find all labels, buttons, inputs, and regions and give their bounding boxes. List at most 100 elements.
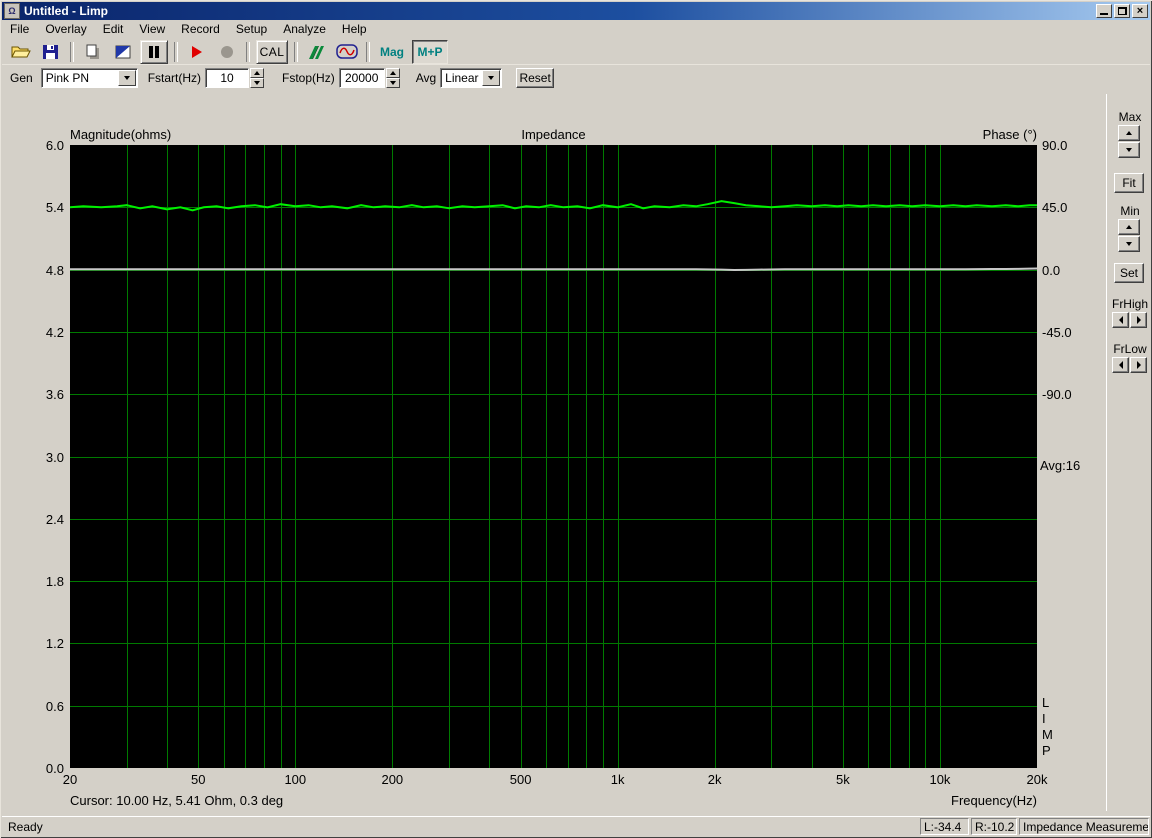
plot-canvas[interactable] xyxy=(70,145,1037,768)
set-button-label: Set xyxy=(1120,266,1138,280)
phase-axis-tick-label: -90.0 xyxy=(1042,387,1072,402)
title-bar[interactable]: Ω Untitled - Limp × xyxy=(2,2,1150,20)
app-icon[interactable]: Ω xyxy=(4,3,20,19)
frlow-left-button[interactable] xyxy=(1112,357,1129,373)
arrow-right-icon xyxy=(1137,316,1141,324)
avg-select-arrow[interactable] xyxy=(482,70,500,86)
copy-button[interactable] xyxy=(80,41,106,63)
phase-axis-tick-label: 45.0 xyxy=(1042,200,1067,215)
x-axis-tick-label: 2k xyxy=(685,772,745,787)
toolbar-separator xyxy=(246,42,250,62)
avg-select[interactable]: Linear xyxy=(440,68,502,88)
fit-button[interactable]: Fit xyxy=(1114,173,1144,193)
toolbar-separator xyxy=(70,42,74,62)
avg-readout: Avg:16 xyxy=(1040,458,1080,473)
close-icon: × xyxy=(1133,4,1147,18)
fstop-stepper[interactable] xyxy=(386,68,400,88)
min-down-button[interactable] xyxy=(1118,236,1140,252)
menu-item-record[interactable]: Record xyxy=(173,20,228,38)
fstop-value: 20000 xyxy=(345,71,378,85)
gen-label: Gen xyxy=(10,71,33,85)
magnitude-phase-view-button[interactable]: M+P xyxy=(412,40,448,64)
spectrum-button[interactable] xyxy=(304,41,330,63)
limp-window: Ω Untitled - Limp × FileOverlayEditViewR… xyxy=(0,0,1152,838)
max-label: Max xyxy=(1108,110,1152,124)
menu-item-analyze[interactable]: Analyze xyxy=(275,20,334,38)
play-button[interactable] xyxy=(184,41,210,63)
chart-area: Magnitude(ohms) Impedance Phase (°) 6.05… xyxy=(2,90,1150,815)
gen-select-arrow[interactable] xyxy=(118,70,136,86)
save-icon xyxy=(42,44,60,60)
save-button[interactable] xyxy=(38,41,64,63)
fstart-down-button[interactable] xyxy=(250,78,264,88)
open-button[interactable] xyxy=(8,41,34,63)
left-level-indicator: L:-34.4 xyxy=(920,818,969,835)
menu-item-file[interactable]: File xyxy=(2,20,37,38)
arrow-down-icon xyxy=(1126,148,1132,152)
main-toolbar: CAL Mag M+P xyxy=(2,39,1150,65)
magnitude-view-label: Mag xyxy=(380,45,404,59)
phase-axis-tick-label: -45.0 xyxy=(1042,325,1072,340)
reset-button-label: Reset xyxy=(519,71,550,85)
arrow-up-icon xyxy=(1126,131,1132,135)
magnitude-view-button[interactable]: Mag xyxy=(376,41,408,63)
minimize-icon xyxy=(1100,13,1108,15)
arrow-right-icon xyxy=(1137,361,1141,369)
chart-title: Impedance xyxy=(70,127,1037,142)
menu-bar: FileOverlayEditViewRecordSetupAnalyzeHel… xyxy=(2,20,1150,38)
fstop-input[interactable]: 20000 xyxy=(339,68,385,88)
y-axis-tick-label: 4.8 xyxy=(20,263,64,278)
menu-item-overlay[interactable]: Overlay xyxy=(37,20,94,38)
record-icon xyxy=(220,45,234,59)
fstop-label: Fstop(Hz) xyxy=(282,71,335,85)
y-axis-tick-label: 0.6 xyxy=(20,699,64,714)
x-axis-tick-label: 20k xyxy=(1007,772,1067,787)
fstop-up-button[interactable] xyxy=(386,68,400,78)
fstart-up-button[interactable] xyxy=(250,68,264,78)
avg-select-value: Linear xyxy=(445,71,478,85)
arrow-down-icon xyxy=(390,81,396,85)
window-title: Untitled - Limp xyxy=(24,4,108,18)
restore-button[interactable] xyxy=(1114,4,1130,18)
set-button[interactable]: Set xyxy=(1114,263,1144,283)
minimize-button[interactable] xyxy=(1096,4,1112,18)
generator-button[interactable] xyxy=(334,41,360,63)
impedance-plot[interactable] xyxy=(70,145,1037,768)
frlow-right-button[interactable] xyxy=(1130,357,1147,373)
menu-item-setup[interactable]: Setup xyxy=(228,20,275,38)
frlow-label: FrLow xyxy=(1108,342,1152,356)
menu-item-edit[interactable]: Edit xyxy=(95,20,132,38)
frhigh-left-button[interactable] xyxy=(1112,312,1129,328)
close-button[interactable]: × xyxy=(1132,4,1148,18)
arrow-left-icon xyxy=(1119,361,1123,369)
x-axis-tick-label: 50 xyxy=(168,772,228,787)
copy-icon xyxy=(84,44,102,60)
record-button[interactable] xyxy=(214,41,240,63)
fstart-stepper[interactable] xyxy=(250,68,264,88)
right-axis-title: Phase (°) xyxy=(897,127,1037,142)
reset-button[interactable]: Reset xyxy=(516,68,554,88)
bw-mode-button[interactable] xyxy=(110,41,136,63)
magnitude-curve xyxy=(70,201,1037,210)
menu-item-view[interactable]: View xyxy=(131,20,173,38)
gen-select[interactable]: Pink PN xyxy=(41,68,138,88)
phase-axis-tick-label: 0.0 xyxy=(1042,263,1060,278)
menu-item-help[interactable]: Help xyxy=(334,20,375,38)
pause-button[interactable] xyxy=(140,40,168,64)
min-up-button[interactable] xyxy=(1118,219,1140,235)
fstart-input[interactable]: 10 xyxy=(205,68,249,88)
fstart-value: 10 xyxy=(220,71,233,85)
y-axis-tick-label: 5.4 xyxy=(20,200,64,215)
status-bar: Ready L:-34.4 R:-10.2 Impedance Measurem… xyxy=(2,816,1150,837)
max-down-button[interactable] xyxy=(1118,142,1140,158)
y-axis-tick-label: 3.0 xyxy=(20,450,64,465)
limp-watermark-letter: P xyxy=(1042,743,1051,758)
cal-button[interactable]: CAL xyxy=(256,40,288,64)
arrow-up-icon xyxy=(1126,225,1132,229)
fstop-down-button[interactable] xyxy=(386,78,400,88)
x-axis-tick-label: 1k xyxy=(588,772,648,787)
frhigh-right-button[interactable] xyxy=(1130,312,1147,328)
x-axis-tick-label: 500 xyxy=(491,772,551,787)
max-up-button[interactable] xyxy=(1118,125,1140,141)
magnitude-phase-view-label: M+P xyxy=(417,45,442,59)
